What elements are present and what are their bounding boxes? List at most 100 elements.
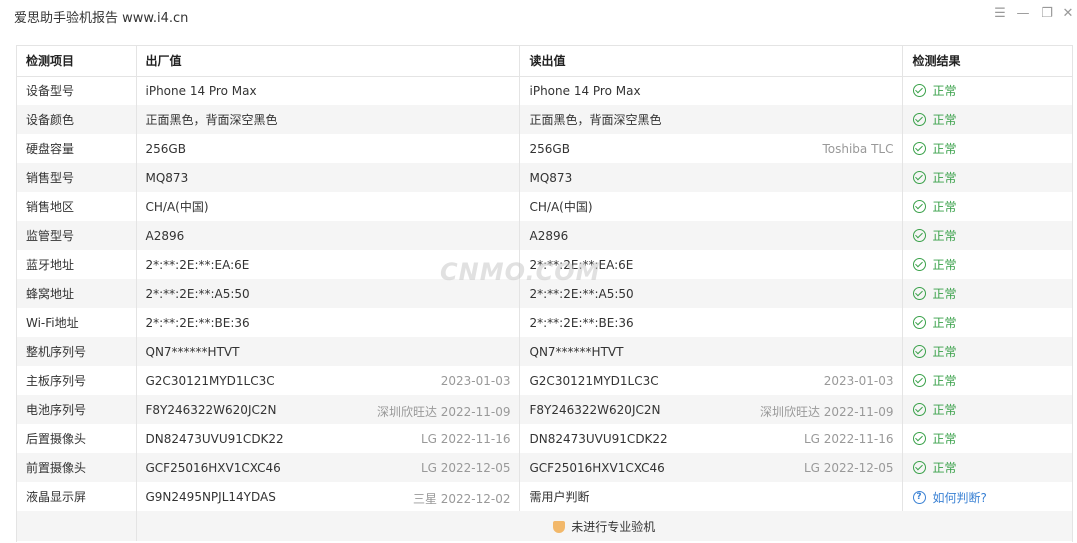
read-value: F8Y246322W620JC2N xyxy=(529,402,661,417)
factory-cell: F8Y246322W620JC2N 深圳欣旺达 2022-11-09 xyxy=(136,395,520,424)
read-cell: MQ873 xyxy=(519,163,903,192)
item-label: 整机序列号 xyxy=(17,337,137,366)
read-cell: 256GB Toshiba TLC xyxy=(519,134,903,163)
item-label: Wi-Fi地址 xyxy=(17,308,137,337)
table-row: 前置摄像头 GCF25016HXV1CXC46 LG 2022-12-05 GCF25… xyxy=(17,453,1072,482)
read-cell: DN82473UVU91CDK22 LG 2022-11-16 xyxy=(519,424,903,453)
header-item: 检测项目 xyxy=(17,46,137,77)
table-row: 监管型号 A2896 A2896 正常 xyxy=(17,221,1072,250)
how-to-judge-link[interactable]: ? 如何判断? xyxy=(912,489,987,506)
result-cell: 正常 xyxy=(902,163,1072,192)
item-label: 设备颜色 xyxy=(17,105,137,134)
read-cell: CH/A(中国) xyxy=(519,192,903,221)
item-label: 液晶显示屏 xyxy=(17,482,137,511)
item-label: 电池序列号 xyxy=(17,395,137,424)
result-label: 正常 xyxy=(932,431,957,446)
result-cell: 正常 xyxy=(902,308,1072,337)
factory-value: G9N2495NPJL14YDAS xyxy=(145,489,276,504)
result-status: 正常 xyxy=(912,140,957,157)
result-status: 正常 xyxy=(912,401,957,418)
factory-meta: 三星 2022-12-02 xyxy=(412,492,511,506)
check-circle-icon xyxy=(912,373,926,387)
footer-blank xyxy=(17,511,137,541)
read-cell: QN7******HTVT xyxy=(519,337,903,366)
read-meta: LG 2022-12-05 xyxy=(803,461,894,475)
close-icon[interactable]: ✕ xyxy=(1059,5,1077,23)
factory-cell: G2C30121MYD1LC3C 2023-01-03 xyxy=(136,366,520,395)
result-status: 正常 xyxy=(912,198,957,215)
read-cell: 正面黑色，背面深空黑色 xyxy=(519,105,903,134)
result-status: 正常 xyxy=(912,459,957,476)
result-status: 正常 xyxy=(912,343,957,360)
factory-cell: CH/A(中国) xyxy=(136,192,520,221)
result-label: 正常 xyxy=(932,344,957,359)
result-cell: 正常 xyxy=(902,76,1072,105)
result-label: 正常 xyxy=(932,112,957,127)
factory-cell: GCF25016HXV1CXC46 LG 2022-12-05 xyxy=(136,453,520,482)
result-cell: 正常 xyxy=(902,134,1072,163)
result-cell: 正常 xyxy=(902,279,1072,308)
shield-icon xyxy=(553,520,566,533)
read-meta: Toshiba TLC xyxy=(822,142,894,156)
result-cell: 正常 xyxy=(902,366,1072,395)
result-cell: 正常 xyxy=(902,221,1072,250)
inspection-table: 检测项目 出厂值 读出值 检测结果 设备型号 iPhone 14 Pro Max i… xyxy=(17,46,1072,541)
result-cell: 正常 xyxy=(902,424,1072,453)
factory-value: 2*:**:2E:**:BE:36 xyxy=(145,315,250,330)
item-label: 设备型号 xyxy=(17,76,137,105)
read-cell: GCF25016HXV1CXC46 LG 2022-12-05 xyxy=(519,453,903,482)
item-label: 主板序列号 xyxy=(17,366,137,395)
restore-icon[interactable]: ❐ xyxy=(1038,5,1056,23)
result-label: 正常 xyxy=(932,170,957,185)
factory-cell: 2*:**:2E:**:BE:36 xyxy=(136,308,520,337)
result-status: 正常 xyxy=(912,372,957,389)
factory-meta: LG 2022-12-05 xyxy=(420,461,511,475)
factory-cell: MQ873 xyxy=(136,163,520,192)
result-label: 正常 xyxy=(932,460,957,475)
result-label: 正常 xyxy=(932,141,957,156)
result-label: 正常 xyxy=(932,257,957,272)
result-cell: 正常 xyxy=(902,250,1072,279)
read-value: G2C30121MYD1LC3C xyxy=(529,373,659,388)
result-label: 正常 xyxy=(932,83,957,98)
result-status: 正常 xyxy=(912,111,957,128)
minimize-icon[interactable]: — xyxy=(1014,5,1032,23)
factory-value: MQ873 xyxy=(145,170,189,185)
factory-value: 正面黑色，背面深空黑色 xyxy=(145,113,278,127)
check-circle-icon xyxy=(912,199,926,213)
result-cell: ? 如何判断? xyxy=(902,482,1072,511)
read-value: iPhone 14 Pro Max xyxy=(529,83,641,98)
check-circle-icon xyxy=(912,286,926,300)
factory-value: iPhone 14 Pro Max xyxy=(145,83,257,98)
check-circle-icon xyxy=(912,402,926,416)
help-link-label[interactable]: 如何判断? xyxy=(933,489,987,506)
menu-icon[interactable]: ☰ xyxy=(991,5,1009,23)
result-cell: 正常 xyxy=(902,337,1072,366)
factory-value: CH/A(中国) xyxy=(145,200,209,214)
table-row: 销售地区 CH/A(中国) CH/A(中国) 正常 xyxy=(17,192,1072,221)
factory-cell: QN7******HTVT xyxy=(136,337,520,366)
item-label: 蓝牙地址 xyxy=(17,250,137,279)
result-cell: 正常 xyxy=(902,192,1072,221)
factory-meta: 深圳欣旺达 2022-11-09 xyxy=(376,405,511,419)
read-cell: G2C30121MYD1LC3C 2023-01-03 xyxy=(519,366,903,395)
footer-row: 未进行专业验机 xyxy=(17,511,1072,541)
factory-cell: 正面黑色，背面深空黑色 xyxy=(136,105,520,134)
watermark: CNMO.COM xyxy=(440,258,601,286)
title-bar: 爱思助手验机报告 www.i4.cn ☰ — ❐ ✕ xyxy=(0,0,1077,30)
factory-value: QN7******HTVT xyxy=(145,344,240,359)
read-value: MQ873 xyxy=(529,170,573,185)
read-meta: 深圳欣旺达 2022-11-09 xyxy=(759,405,894,419)
result-status: 正常 xyxy=(912,285,957,302)
factory-value: G2C30121MYD1LC3C xyxy=(145,373,275,388)
result-status: 正常 xyxy=(912,169,957,186)
read-meta: LG 2022-11-16 xyxy=(803,432,894,446)
read-value: 需用户判断 xyxy=(529,490,590,504)
result-cell: 正常 xyxy=(902,105,1072,134)
read-value: 正面黑色，背面深空黑色 xyxy=(529,113,662,127)
table-row: 硬盘容量 256GB 256GB Toshiba TLC 正常 xyxy=(17,134,1072,163)
read-value: CH/A(中国) xyxy=(529,200,593,214)
table-row: 销售型号 MQ873 MQ873 正常 xyxy=(17,163,1072,192)
read-value: DN82473UVU91CDK22 xyxy=(529,431,668,446)
check-circle-icon xyxy=(912,431,926,445)
